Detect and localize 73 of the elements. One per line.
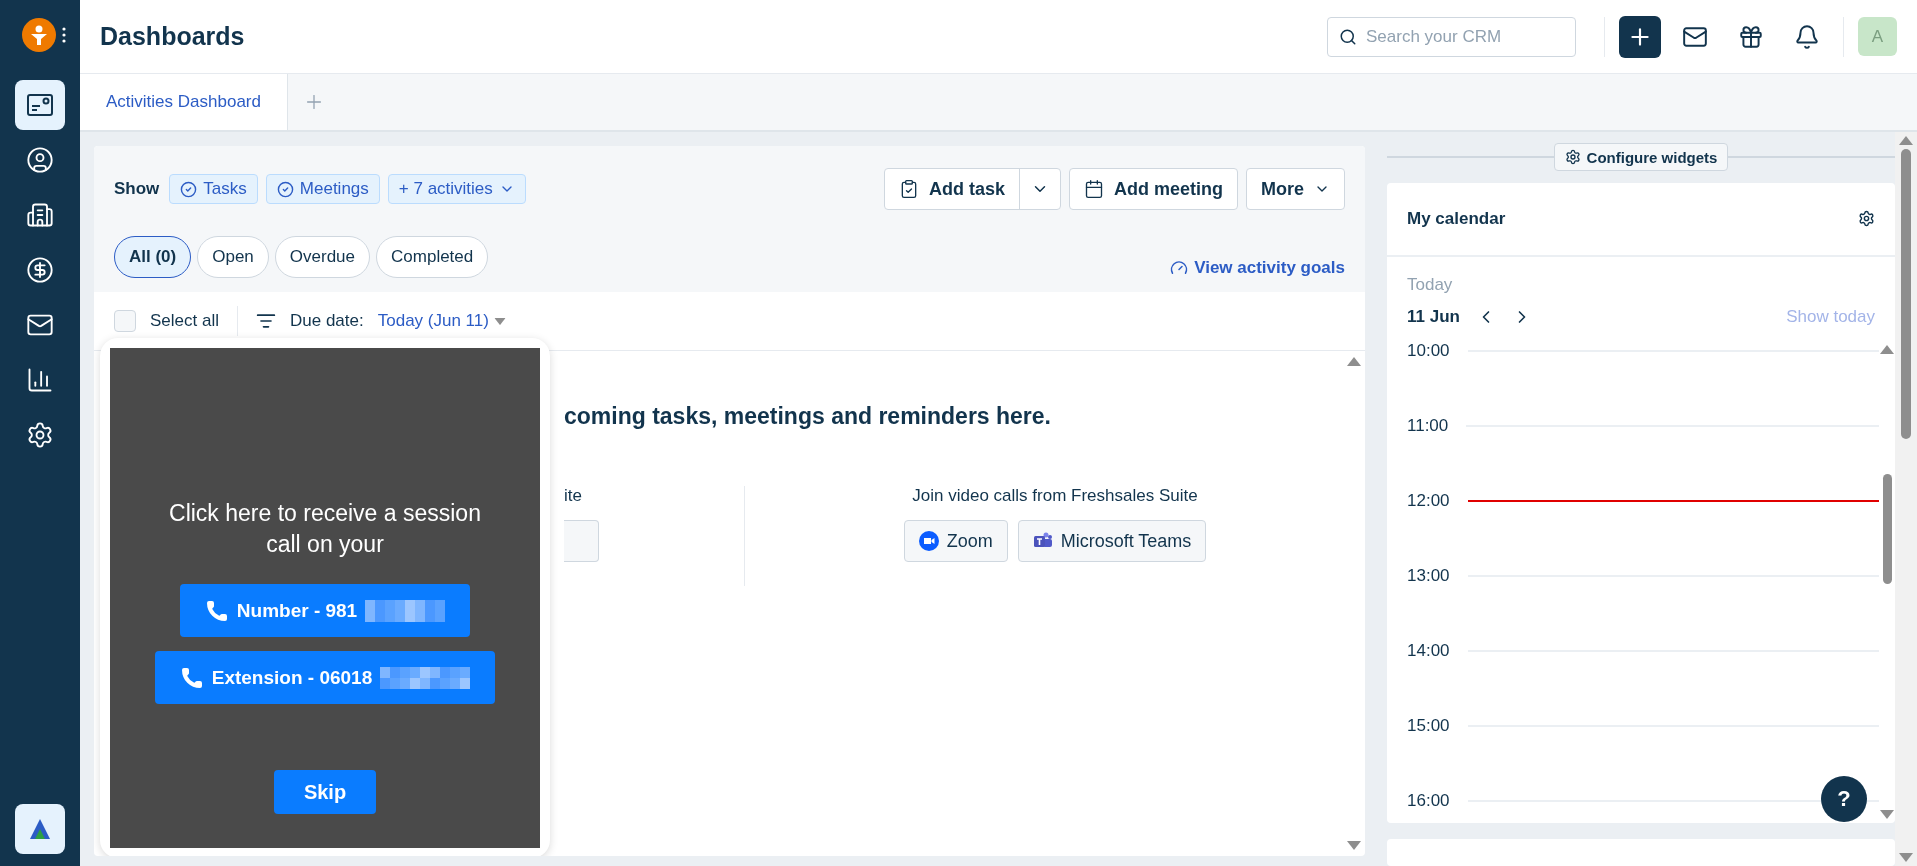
status-filter-tab[interactable]: Overdue bbox=[274, 236, 371, 278]
sidebar-item[interactable] bbox=[15, 80, 65, 130]
view-activity-goals-link[interactable]: View activity goals bbox=[1170, 258, 1345, 278]
empty-state-message: coming tasks, meetings and reminders here. bbox=[564, 403, 1052, 430]
scroll-up-icon[interactable] bbox=[1899, 136, 1913, 145]
activity-filter-chip[interactable]: + 7 activities bbox=[387, 174, 526, 204]
more-icon[interactable] bbox=[62, 27, 66, 43]
popup-message: Click here to receive a session call on your bbox=[168, 499, 482, 560]
hour-label: 13:00 bbox=[1407, 565, 1450, 586]
call-option-button[interactable]: Extension - 06018 bbox=[155, 651, 495, 705]
phone-icon bbox=[204, 598, 229, 623]
chart-icon bbox=[26, 366, 54, 394]
gift-icon bbox=[1738, 23, 1764, 50]
hour-label: 16:00 bbox=[1407, 790, 1450, 811]
calendar-date: 11 Jun bbox=[1407, 306, 1460, 327]
show-label: Show bbox=[114, 179, 160, 199]
hour-label: 15:00 bbox=[1407, 715, 1450, 736]
status-filter-tab[interactable]: Completed bbox=[376, 236, 489, 278]
contact-icon bbox=[26, 146, 54, 174]
select-all-checkbox[interactable] bbox=[114, 310, 136, 332]
status-filter-tab[interactable]: Open bbox=[197, 236, 269, 278]
app-logo-icon bbox=[22, 18, 56, 52]
calendar-icon bbox=[1083, 179, 1104, 199]
scrollbar-thumb[interactable] bbox=[1882, 473, 1892, 584]
app-switcher-button[interactable] bbox=[15, 804, 65, 854]
gauge-icon bbox=[1170, 259, 1189, 277]
column-title: ite bbox=[564, 486, 583, 506]
dashboard-tab[interactable]: Activities Dashboard bbox=[80, 74, 288, 130]
add-task-button[interactable]: Add task bbox=[884, 169, 1020, 209]
add-button[interactable] bbox=[1619, 15, 1661, 58]
check-circle-icon bbox=[276, 180, 294, 198]
video-calls-title: Join video calls from Freshsales Suite bbox=[912, 486, 1198, 506]
due-date-dropdown[interactable]: Today (Jun 11) bbox=[377, 311, 507, 331]
skip-button[interactable]: Skip bbox=[274, 770, 376, 815]
calendar-title: My calendar bbox=[1407, 208, 1506, 229]
triangle-logo-icon bbox=[28, 817, 52, 841]
hour-label: 12:00 bbox=[1407, 490, 1450, 511]
video-camera-icon bbox=[918, 531, 939, 551]
settings-icon bbox=[1564, 149, 1581, 166]
page-title: Dashboards bbox=[100, 22, 246, 51]
select-all-label: Select all bbox=[150, 311, 219, 331]
dashboard-icon bbox=[26, 92, 54, 118]
scroll-up-icon[interactable] bbox=[1880, 344, 1894, 354]
phone-icon bbox=[179, 665, 204, 690]
hour-label: 14:00 bbox=[1407, 640, 1450, 661]
scroll-down-icon[interactable] bbox=[1347, 841, 1361, 850]
today-label: Today bbox=[1407, 274, 1454, 295]
dollar-icon bbox=[26, 256, 54, 284]
settings-icon[interactable] bbox=[1858, 210, 1875, 228]
check-circle-icon bbox=[180, 180, 198, 198]
activity-filter-chip[interactable]: Meetings bbox=[265, 174, 380, 204]
search-icon bbox=[1339, 27, 1357, 46]
scroll-down-icon[interactable] bbox=[1899, 853, 1913, 862]
more-button[interactable]: More bbox=[1246, 168, 1345, 210]
caret-down-icon bbox=[494, 317, 506, 325]
status-filter-tab[interactable]: All (0) bbox=[114, 236, 192, 278]
video-app-button[interactable]: Zoom bbox=[903, 520, 1008, 562]
bell-icon bbox=[1794, 23, 1820, 50]
building-icon bbox=[26, 201, 54, 229]
due-date-label: Due date: bbox=[290, 311, 364, 331]
hour-label: 11:00 bbox=[1407, 415, 1449, 436]
scroll-up-icon[interactable] bbox=[1347, 357, 1361, 366]
hour-label: 10:00 bbox=[1407, 340, 1450, 361]
add-meeting-button[interactable]: Add meeting bbox=[1068, 168, 1238, 210]
search-field[interactable]: Search your CRM bbox=[1327, 16, 1576, 57]
filter-icon bbox=[256, 311, 276, 331]
video-app-button[interactable]: Microsoft Teams bbox=[1017, 520, 1207, 562]
call-option-button[interactable]: Number - 981 bbox=[180, 584, 470, 638]
configure-widgets-button[interactable]: Configure widgets bbox=[1553, 143, 1729, 172]
activity-filter-chip[interactable]: Tasks bbox=[169, 174, 258, 204]
scrollbar-thumb[interactable] bbox=[1901, 149, 1911, 439]
scroll-down-icon[interactable] bbox=[1880, 809, 1894, 819]
settings-icon bbox=[26, 421, 54, 449]
